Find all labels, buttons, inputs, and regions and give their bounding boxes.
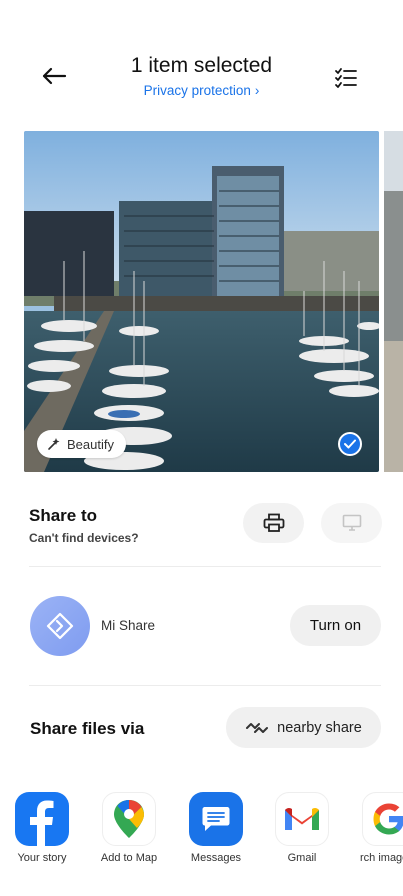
- facebook-icon: [30, 800, 54, 846]
- cast-screen-button[interactable]: [321, 503, 382, 543]
- facebook-app[interactable]: [15, 792, 69, 846]
- chevron-right-icon: ›: [254, 83, 260, 98]
- gmail-app[interactable]: [275, 792, 329, 846]
- harbor-photo-image: [24, 131, 379, 472]
- next-photo-preview[interactable]: [384, 131, 403, 472]
- privacy-protection-label: Privacy protection: [143, 83, 251, 98]
- mi-share-label: Mi Share: [101, 618, 156, 633]
- gmail-icon: [285, 807, 319, 830]
- print-button[interactable]: [243, 503, 304, 543]
- beautify-button[interactable]: Beautify: [37, 430, 126, 458]
- cant-find-devices-link[interactable]: Can't find devices?: [29, 531, 139, 545]
- messages-icon: [202, 807, 230, 831]
- monitor-icon: [342, 514, 361, 531]
- select-all-button[interactable]: [328, 60, 364, 96]
- mi-share-icon: [30, 596, 90, 656]
- gmail-label: Gmail: [287, 852, 317, 864]
- nearby-share-icon: [246, 722, 269, 733]
- mi-share-logo-icon: [46, 612, 74, 640]
- nearby-share-label: nearby share: [277, 719, 362, 736]
- facebook-app-label: Your story: [17, 852, 67, 864]
- magic-wand-icon: [48, 438, 60, 450]
- share-files-heading: Share files via: [30, 719, 145, 738]
- checklist-icon: [335, 68, 357, 88]
- nearby-share-button[interactable]: nearby share: [226, 707, 381, 748]
- beautify-label: Beautify: [67, 436, 114, 452]
- google-app[interactable]: [362, 792, 403, 846]
- google-maps-icon: [114, 800, 144, 838]
- printer-icon: [263, 513, 284, 532]
- turn-on-button[interactable]: Turn on: [290, 605, 381, 646]
- google-maps-app[interactable]: [102, 792, 156, 846]
- selection-checkbox[interactable]: [338, 432, 362, 456]
- checkmark-icon: [344, 439, 356, 449]
- search-image-label: rch image: [360, 852, 403, 864]
- divider: [29, 685, 381, 686]
- google-icon: [373, 803, 403, 835]
- add-to-map-label: Add to Map: [100, 852, 158, 864]
- messages-label: Messages: [190, 852, 242, 864]
- selected-photo[interactable]: [24, 131, 379, 472]
- messages-app[interactable]: [189, 792, 243, 846]
- share-to-heading: Share to: [29, 506, 98, 525]
- next-photo-image: [384, 131, 403, 472]
- divider: [29, 566, 381, 567]
